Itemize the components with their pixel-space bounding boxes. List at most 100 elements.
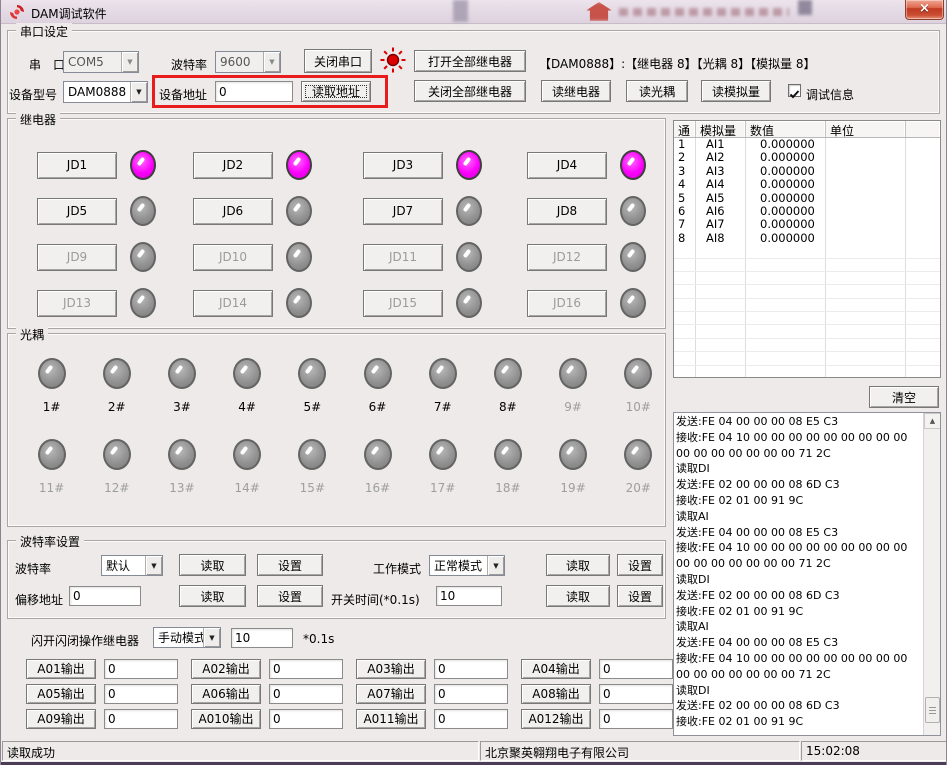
model-select[interactable]: DAM0888▼ (63, 81, 148, 103)
close-button[interactable]: × (905, 0, 944, 20)
opto-label: 17# (430, 481, 455, 495)
analog-output-button[interactable]: A09输出 (26, 709, 96, 729)
relay-button[interactable]: JD9 (37, 244, 117, 271)
open-all-relays-button[interactable]: 打开全部继电器 (414, 50, 526, 72)
relay-button[interactable]: JD7 (363, 198, 443, 225)
analog-output-button[interactable]: A04输出 (521, 659, 591, 679)
analog-output-button[interactable]: A01输出 (26, 659, 96, 679)
analog-output-input[interactable] (104, 684, 178, 704)
analog-output-button[interactable]: A010输出 (191, 709, 261, 729)
opto-label: 18# (495, 481, 520, 495)
analog-output-button[interactable]: A05输出 (26, 684, 96, 704)
offset-read-button[interactable]: 读取 (179, 585, 246, 607)
analog-output-cell: A03输出 (356, 656, 521, 681)
relay-button[interactable]: JD8 (527, 198, 607, 225)
relay-button[interactable]: JD16 (527, 290, 607, 317)
relay-button[interactable]: JD6 (193, 198, 273, 225)
analog-table-row[interactable]: 1 AI1 0.000000 (674, 138, 940, 151)
opto-led (624, 439, 652, 470)
offset-set-button[interactable]: 设置 (257, 585, 323, 607)
relay-button[interactable]: JD1 (37, 152, 117, 179)
read-analog-button[interactable]: 读模拟量 (701, 80, 771, 102)
log-line: 接收:FE 04 10 00 00 00 00 00 00 00 00 00 0… (676, 430, 923, 462)
analog-output-button[interactable]: A011输出 (356, 709, 426, 729)
analog-output-input[interactable] (269, 709, 343, 729)
port-select[interactable]: COM5▼ (63, 51, 139, 73)
analog-output-input[interactable] (104, 709, 178, 729)
analog-output-input[interactable] (599, 659, 673, 679)
analog-output-input[interactable] (434, 659, 508, 679)
read-relay-button[interactable]: 读继电器 (541, 80, 611, 102)
relay-button[interactable]: JD14 (193, 290, 273, 317)
read-opto-button[interactable]: 读光耦 (626, 80, 688, 102)
opto-cell: 5# (280, 358, 345, 439)
chevron-down-icon: ▼ (130, 82, 147, 102)
analog-output-input[interactable] (599, 709, 673, 729)
relay-button[interactable]: JD15 (363, 290, 443, 317)
analog-output-input[interactable] (269, 684, 343, 704)
analog-output-button[interactable]: A08输出 (521, 684, 591, 704)
relay-button[interactable]: JD12 (527, 244, 607, 271)
analog-output-button[interactable]: A03输出 (356, 659, 426, 679)
baud-set-button[interactable]: 设置 (257, 554, 323, 576)
analog-table-row[interactable]: 3 AI3 0.000000 (674, 165, 940, 178)
close-port-button[interactable]: 关闭串口 (304, 49, 372, 73)
relay-cell: JD1 (37, 142, 193, 188)
switch-set-button[interactable]: 设置 (617, 585, 663, 607)
debug-log[interactable]: 发送:FE 04 00 00 00 08 E5 C3接收:FE 04 10 00… (673, 412, 941, 736)
debug-checkbox[interactable] (788, 84, 801, 97)
analog-output-input[interactable] (599, 684, 673, 704)
flash-mode-select[interactable]: 手动模式▼ (153, 627, 221, 648)
analog-output-input[interactable] (104, 659, 178, 679)
workmode-set-button[interactable]: 设置 (617, 554, 663, 576)
relay-button[interactable]: JD4 (527, 152, 607, 179)
analog-table-empty-row (674, 285, 940, 298)
opto-label: 6# (369, 400, 387, 414)
analog-output-cell: A04输出 (521, 656, 686, 681)
relay-button[interactable]: JD2 (193, 152, 273, 179)
log-line: 接收:FE 02 01 00 91 9C (676, 493, 923, 509)
analog-table-row[interactable]: 8 AI8 0.000000 (674, 232, 940, 245)
chevron-down-icon: ▼ (203, 628, 220, 647)
opto-label: 10# (626, 400, 651, 414)
close-all-relays-button[interactable]: 关闭全部继电器 (414, 80, 526, 102)
relay-cell: JD7 (363, 188, 527, 234)
analog-table-row[interactable]: 6 AI6 0.000000 (674, 205, 940, 218)
analog-output-input[interactable] (269, 659, 343, 679)
opto-label: 15# (300, 481, 325, 495)
workmode-read-button[interactable]: 读取 (546, 554, 610, 576)
analog-table-row[interactable]: 5 AI5 0.000000 (674, 192, 940, 205)
offset-input[interactable] (69, 586, 141, 606)
switch-read-button[interactable]: 读取 (546, 585, 610, 607)
switch-time-input[interactable] (436, 586, 502, 606)
analog-output-button[interactable]: A012输出 (521, 709, 591, 729)
analog-table-row[interactable]: 4 AI4 0.000000 (674, 178, 940, 191)
baud-select[interactable]: 9600▼ (215, 51, 281, 73)
log-line: 读取DI (676, 572, 923, 588)
analog-output-button[interactable]: A02输出 (191, 659, 261, 679)
relay-button[interactable]: JD5 (37, 198, 117, 225)
analog-output-button[interactable]: A07输出 (356, 684, 426, 704)
scrollbar-thumb[interactable] (925, 697, 940, 723)
analog-output-button[interactable]: A06输出 (191, 684, 261, 704)
relay-button[interactable]: JD11 (363, 244, 443, 271)
opto-cell: 16# (345, 439, 410, 520)
analog-output-input[interactable] (434, 684, 508, 704)
scroll-up-button[interactable]: ▲ (924, 413, 941, 429)
relay-button[interactable]: JD10 (193, 244, 273, 271)
flash-time-input[interactable] (231, 628, 293, 648)
workmode-select[interactable]: 正常模式▼ (429, 555, 505, 576)
app-window: DAM调试软件 × 串口设定 串 口 COM5▼ 波特率 9600▼ 关闭串口 … (0, 0, 947, 765)
opto-cell: 8# (475, 358, 540, 439)
clear-log-button[interactable]: 清空 (869, 386, 939, 408)
baud-read-button[interactable]: 读取 (179, 554, 246, 576)
relay-led (130, 288, 156, 318)
relay-button[interactable]: JD3 (363, 152, 443, 179)
analog-table-row[interactable]: 7 AI7 0.000000 (674, 218, 940, 231)
analog-table-row[interactable]: 2 AI2 0.000000 (674, 151, 940, 164)
log-scrollbar[interactable]: ▲ (923, 413, 940, 735)
relay-button[interactable]: JD13 (37, 290, 117, 317)
baudrate-select[interactable]: 默认▼ (101, 555, 163, 576)
opto-led (233, 439, 261, 470)
analog-output-input[interactable] (434, 709, 508, 729)
